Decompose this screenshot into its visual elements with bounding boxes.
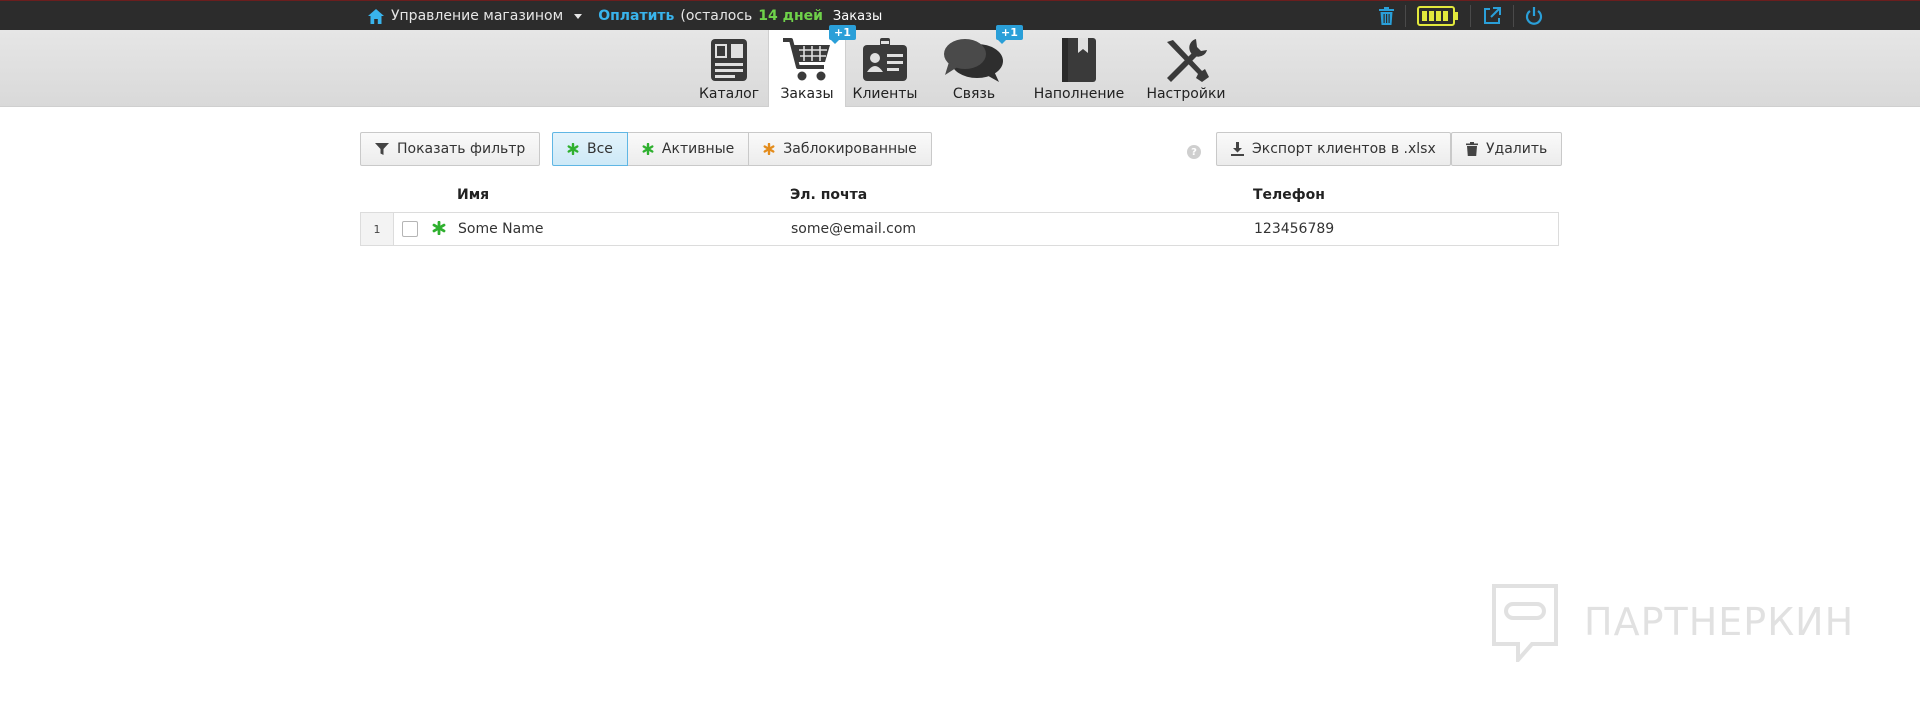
store-menu-label: Управление магазином	[391, 8, 564, 24]
remaining-prefix: (осталось	[680, 8, 753, 24]
delete-label: Удалить	[1486, 141, 1548, 157]
top-bar: Управление магазином Оплатить (осталось …	[0, 0, 1920, 30]
watermark-text: ПАРТНЕРКИН	[1584, 600, 1855, 644]
row-checkbox[interactable]	[402, 221, 418, 237]
tab-label: Настройки	[1146, 86, 1226, 102]
nav-tabs: Каталог +1 Заказы Клиенты +1 Связь Напол…	[690, 25, 1238, 107]
external-link-icon	[1484, 7, 1501, 24]
watermark-logo-icon	[1492, 584, 1558, 662]
filter-icon	[375, 143, 389, 155]
filter-blocked-label: Заблокированные	[783, 141, 917, 157]
power-icon	[1525, 7, 1543, 25]
column-header-name[interactable]: Имя	[457, 187, 489, 203]
pay-link[interactable]: Оплатить	[598, 8, 674, 24]
trash-icon	[1379, 7, 1394, 25]
client-email: some@email.com	[791, 221, 917, 237]
tab-content[interactable]: Наполнение	[1024, 30, 1134, 107]
tab-label: Заказы	[780, 86, 834, 102]
show-filter-button[interactable]: Показать фильтр	[360, 132, 541, 166]
tools-icon	[1161, 36, 1211, 84]
help-icon[interactable]: ?	[1187, 145, 1201, 159]
trash-icon	[1466, 142, 1478, 156]
cart-icon	[782, 36, 832, 84]
badge-icon	[860, 36, 910, 84]
filter-active-label: Активные	[661, 141, 735, 157]
asterisk-icon	[763, 143, 775, 155]
top-bar-right	[1368, 1, 1554, 31]
catalog-icon	[704, 36, 754, 84]
asterisk-icon	[567, 143, 579, 155]
export-label: Экспорт клиентов в .xlsx	[1252, 141, 1436, 157]
tab-orders[interactable]: +1 Заказы	[768, 25, 856, 107]
asterisk-icon	[642, 143, 654, 155]
tab-label: Связь	[952, 86, 996, 102]
tab-label: Каталог	[698, 86, 760, 102]
top-bar-left: Управление магазином Оплатить (осталось …	[368, 1, 882, 31]
communication-badge: +1	[996, 25, 1023, 44]
row-number: 1	[361, 213, 394, 245]
filter-all-label: Все	[587, 141, 613, 157]
tab-label: Наполнение	[1033, 86, 1125, 102]
watermark: ПАРТНЕРКИН	[1488, 582, 1854, 662]
filter-blocked-button[interactable]: Заблокированные	[749, 132, 932, 166]
book-icon	[1054, 36, 1104, 84]
main-toolbar: Каталог +1 Заказы Клиенты +1 Связь Напол…	[0, 25, 1920, 107]
orders-tooltip: Заказы	[832, 8, 883, 24]
open-site-button[interactable]	[1471, 1, 1513, 31]
status-filter-group: Все Активные Заблокированные	[552, 132, 932, 166]
client-name[interactable]: Some Name	[458, 213, 543, 245]
table-row[interactable]: 1 Some Name some@email.com 123456789	[360, 212, 1559, 246]
export-button[interactable]: Экспорт клиентов в .xlsx	[1216, 132, 1451, 166]
chevron-down-icon	[574, 13, 583, 19]
tab-settings[interactable]: Настройки	[1134, 30, 1238, 107]
tab-communication[interactable]: +1 Связь	[924, 25, 1024, 107]
download-icon	[1231, 142, 1244, 156]
chat-icon	[942, 36, 1006, 84]
remaining-days: 14 дней	[758, 8, 823, 24]
client-phone: 123456789	[1254, 221, 1335, 237]
show-filter-label: Показать фильтр	[397, 141, 526, 157]
asterisk-icon	[432, 221, 446, 235]
home-icon	[368, 8, 384, 24]
column-header-email[interactable]: Эл. почта	[790, 187, 867, 203]
store-menu[interactable]: Управление магазином	[368, 8, 592, 24]
trash-button[interactable]	[1368, 1, 1405, 31]
tab-label: Клиенты	[852, 86, 918, 102]
column-header-phone[interactable]: Телефон	[1253, 187, 1325, 203]
filter-active-button[interactable]: Активные	[627, 132, 750, 166]
logout-button[interactable]	[1514, 1, 1554, 31]
battery-icon	[1417, 6, 1458, 26]
tab-clients[interactable]: Клиенты	[846, 30, 924, 107]
tab-catalog[interactable]: Каталог	[690, 30, 768, 107]
battery-indicator	[1406, 1, 1470, 31]
filter-all-button[interactable]: Все	[552, 132, 628, 166]
delete-button[interactable]: Удалить	[1451, 132, 1563, 166]
